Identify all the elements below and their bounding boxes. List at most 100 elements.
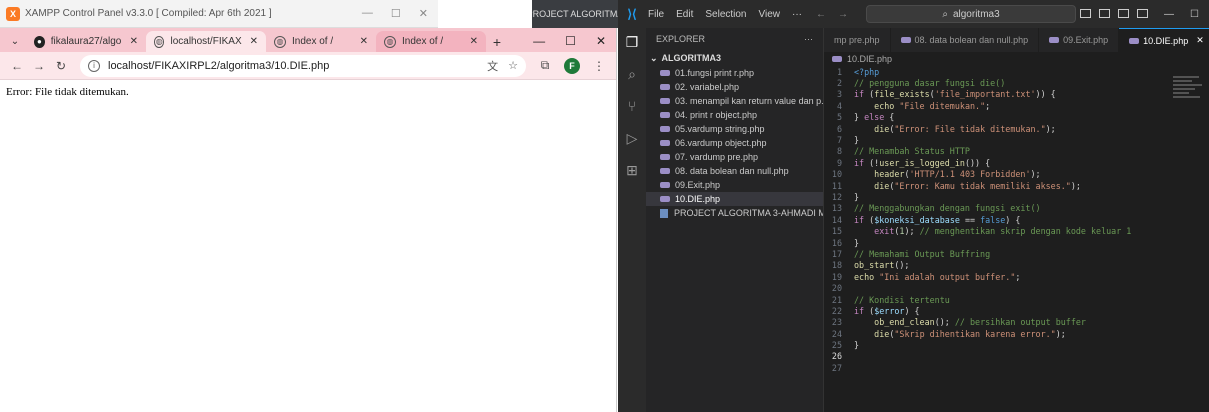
code-line[interactable]: 18 ob_start (); <box>824 260 1169 271</box>
code-line[interactable]: 9 if (! user_is_logged_in()) { <box>824 157 1169 168</box>
file-item[interactable]: 04. print r object.php <box>646 108 823 122</box>
bookmark-star-icon[interactable]: ☆ <box>508 59 518 72</box>
code-line[interactable]: 7} <box>824 134 1169 145</box>
file-item-active[interactable]: 10.DIE.php <box>646 192 823 206</box>
code-line[interactable]: 26 <box>824 351 1169 362</box>
code-line[interactable]: 16} <box>824 237 1169 248</box>
nav-back-icon[interactable]: ← <box>816 9 826 20</box>
code-line[interactable]: 27 <box>824 362 1169 373</box>
source-control-icon[interactable]: ⑂ <box>622 96 642 116</box>
toggle-secondary-sidebar-icon[interactable] <box>1118 8 1130 18</box>
file-item[interactable]: 07. vardump pre.php <box>646 150 823 164</box>
file-item[interactable]: 01.fungsi print r.php <box>646 66 823 80</box>
breadcrumb[interactable]: 10.DIE.php <box>824 52 1209 66</box>
new-tab-button[interactable]: + <box>486 31 508 52</box>
menu-edit[interactable]: Edit <box>676 9 693 20</box>
layout-controls: — ☐ <box>1080 8 1209 20</box>
code-line[interactable]: 20 <box>824 282 1169 293</box>
xampp-title: XAMPP Control Panel v3.3.0 [ Compiled: A… <box>25 8 272 19</box>
code-line[interactable]: 15 exit(1); // menghentikan skrip dengan… <box>824 225 1169 236</box>
tab-index-2[interactable]: ◍ Index of / ✕ <box>376 31 486 52</box>
code-line[interactable]: 5} else { <box>824 112 1169 123</box>
tab-close-icon[interactable]: ✕ <box>130 36 138 47</box>
run-debug-icon[interactable]: ▷ <box>622 128 642 148</box>
file-item[interactable]: 09.Exit.php <box>646 178 823 192</box>
minimap[interactable] <box>1173 76 1205 116</box>
menu-more[interactable]: ··· <box>792 9 802 20</box>
code-line[interactable]: 6 die("Error: File tidak ditemukan."); <box>824 123 1169 134</box>
file-item[interactable]: 06.vardump object.php <box>646 136 823 150</box>
customize-layout-icon[interactable] <box>1137 8 1149 18</box>
file-item[interactable]: 05.vardump string.php <box>646 122 823 136</box>
code-line[interactable]: 17 // Memahami Output Buffring <box>824 248 1169 259</box>
code-line[interactable]: 4 echo "File ditemukan."; <box>824 100 1169 111</box>
menu-view[interactable]: View <box>759 9 781 20</box>
tab-close-icon[interactable]: ✕ <box>470 36 478 47</box>
address-bar[interactable]: i localhost/FIKAXIRPL2/algoritma3/10.DIE… <box>80 54 526 77</box>
editor-tab[interactable]: mp pre.php <box>824 28 891 52</box>
folder-algoritma3[interactable]: ⌄ ALGORITMA3 <box>646 50 823 66</box>
file-item[interactable]: PROJECT ALGORITMA 3-AHMADI M... <box>646 206 823 220</box>
xampp-close-button[interactable]: ✕ <box>419 7 428 20</box>
forward-arrow-icon[interactable]: → <box>28 55 50 77</box>
tab-close-icon[interactable]: ✕ <box>1196 35 1204 46</box>
code-line[interactable]: 3 if (file_exists('file_important.txt')) … <box>824 89 1169 100</box>
menu-file[interactable]: File <box>648 9 664 20</box>
code-line[interactable]: 23 ob_end_clean (); // bersihkan output b… <box>824 317 1169 328</box>
nav-forward-icon[interactable]: → <box>838 9 848 20</box>
xampp-maximize-button[interactable]: ☐ <box>391 7 401 20</box>
back-arrow-icon[interactable]: ← <box>6 55 28 77</box>
code-line[interactable]: 8 // Menambah Status HTTP <box>824 146 1169 157</box>
code-line[interactable]: 21 // Kondisi tertentu <box>824 294 1169 305</box>
extensions-icon[interactable]: ⧉ <box>534 55 556 77</box>
file-item[interactable]: 02. variabel.php <box>646 80 823 94</box>
code-line[interactable]: 24 die("Skrip dihentikan karena error.")… <box>824 328 1169 339</box>
tab-search-chevron-icon[interactable]: ⌄ <box>4 30 26 52</box>
code-line[interactable]: 10 header('HTTP/1.1 403 Forbidden'); <box>824 169 1169 180</box>
search-icon[interactable]: ⌕ <box>622 64 642 84</box>
chrome-maximize-button[interactable]: ☐ <box>565 34 576 48</box>
toggle-panel-icon[interactable] <box>1099 8 1111 18</box>
file-item[interactable]: 08. data bolean dan null.php <box>646 164 823 178</box>
tab-close-icon[interactable]: ✕ <box>250 36 258 47</box>
explorer-more-icon[interactable]: ··· <box>804 34 813 44</box>
code-line[interactable]: 12} <box>824 191 1169 202</box>
code-token: "Error: Kamu tidak memiliki akses." <box>894 180 1071 191</box>
editor-tab[interactable]: 09.Exit.php <box>1039 28 1120 52</box>
reload-icon[interactable]: ↻ <box>50 55 72 77</box>
file-item[interactable]: 03. menampil kan return value dan p... <box>646 94 823 108</box>
menu-selection[interactable]: Selection <box>705 9 746 20</box>
tab-github[interactable]: ● fikalaura27/algorit ✕ <box>26 31 146 52</box>
tab-close-icon[interactable]: ✕ <box>360 36 368 47</box>
code-editor[interactable]: 1 <?php 2 // pengguna dasar fungsi die() 3 if… <box>824 66 1169 412</box>
site-info-icon[interactable]: i <box>88 59 100 72</box>
translate-icon[interactable]: 文 <box>487 58 498 74</box>
editor-tab[interactable]: 08. data bolean dan null.php <box>891 28 1040 52</box>
code-line[interactable]: 11 die("Error: Kamu tidak memiliki akses… <box>824 180 1169 191</box>
tab-localhost[interactable]: ◍ localhost/FIKAXIRI ✕ <box>146 31 266 52</box>
code-line[interactable]: 25} <box>824 339 1169 350</box>
chrome-minimize-button[interactable]: — <box>533 34 545 48</box>
code-line[interactable]: 1 <?php <box>824 66 1169 77</box>
profile-avatar[interactable]: F <box>564 57 580 74</box>
code-line[interactable]: 2 // pengguna dasar fungsi die() <box>824 77 1169 88</box>
vscode-minimize-button[interactable]: — <box>1164 9 1174 20</box>
more-menu-icon[interactable]: ⋮ <box>588 55 610 77</box>
code-line[interactable]: 14 if ($koneksi_database == false) { <box>824 214 1169 225</box>
code-line[interactable]: 19 echo "Ini adalah output buffer."; <box>824 271 1169 282</box>
command-center-search[interactable]: ⌕ algoritma3 <box>866 5 1076 23</box>
explorer-files-icon[interactable]: ❐ <box>622 32 642 52</box>
extensions-icon[interactable]: ⊞ <box>622 160 642 180</box>
folder-name: ALGORITMA3 <box>661 53 722 63</box>
vscode-maximize-button[interactable]: ☐ <box>1190 9 1199 20</box>
project-taskbar-label[interactable]: PROJECT ALGORITMA <box>532 0 618 28</box>
toggle-sidebar-icon[interactable] <box>1080 8 1092 18</box>
xampp-minimize-button[interactable]: — <box>362 7 373 20</box>
code-line[interactable]: 22 if ($error) { <box>824 305 1169 316</box>
php-file-icon <box>1049 37 1060 43</box>
code-line[interactable]: 13 // Menggabungkan dengan fungsi exit() <box>824 203 1169 214</box>
editor-tab-active[interactable]: 10.DIE.php ✕ <box>1119 28 1209 52</box>
tab-index-1[interactable]: ◍ Index of / ✕ <box>266 31 376 52</box>
url-text[interactable]: localhost/FIKAXIRPL2/algoritma3/10.DIE.p… <box>108 60 477 72</box>
chrome-close-button[interactable]: ✕ <box>596 34 606 48</box>
